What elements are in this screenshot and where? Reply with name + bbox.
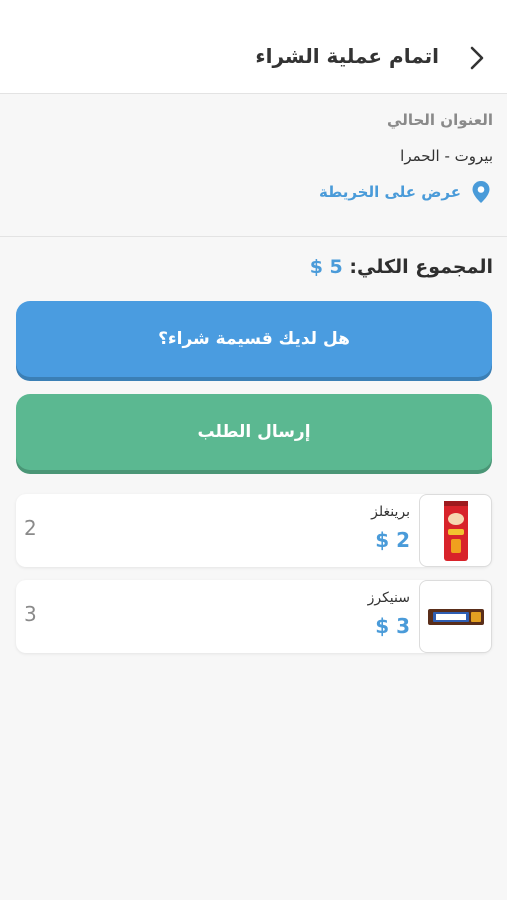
item-name: برينغلز bbox=[371, 504, 410, 520]
item-image bbox=[419, 494, 492, 567]
show-on-map-label: عرض على الخريطة bbox=[318, 183, 461, 201]
address-section: العنوان الحالي بيروت - الحمرا عرض على ال… bbox=[0, 95, 507, 237]
item-image bbox=[419, 580, 492, 653]
total-label: المجموع الكلي: bbox=[349, 256, 493, 278]
submit-order-button[interactable]: إرسال الطلب bbox=[16, 394, 492, 470]
location-pin-icon bbox=[472, 181, 490, 203]
item-price: 2 $ bbox=[375, 528, 410, 552]
address-label: العنوان الحالي bbox=[387, 111, 493, 129]
item-quantity: 2 bbox=[24, 516, 37, 540]
address-value: بيروت - الحمرا bbox=[400, 147, 493, 165]
cart-item: برينغلز 2 $ 2 bbox=[16, 494, 492, 567]
chevron-right-icon bbox=[470, 46, 484, 70]
page-title: اتمام عملية الشراء bbox=[255, 44, 439, 68]
item-name: سنيكرز bbox=[367, 590, 410, 606]
snickers-bar-icon bbox=[427, 608, 484, 625]
item-price: 3 $ bbox=[375, 614, 410, 638]
total-summary: المجموع الكلي: 5 $ bbox=[310, 256, 493, 278]
cart-item: سنيكرز 3 $ 3 bbox=[16, 580, 492, 653]
total-amount: 5 $ bbox=[309, 256, 343, 278]
item-quantity: 3 bbox=[24, 602, 37, 626]
back-button[interactable] bbox=[463, 42, 491, 74]
pringles-can-icon bbox=[443, 500, 468, 561]
coupon-button[interactable]: هل لديك قسيمة شراء؟ bbox=[16, 301, 492, 377]
show-on-map-link[interactable]: عرض على الخريطة bbox=[319, 179, 491, 205]
header: اتمام عملية الشراء bbox=[0, 0, 507, 94]
